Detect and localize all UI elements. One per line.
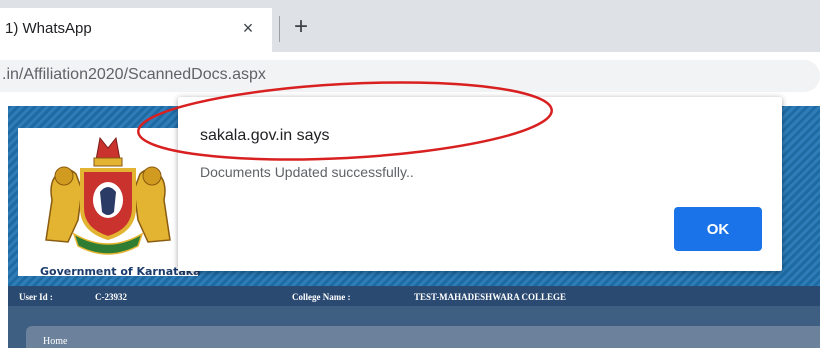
browser-tab[interactable]: 1) WhatsApp × [0,8,272,52]
karnataka-emblem-icon [45,136,171,255]
browser-toolbar: .in/Affiliation2020/ScannedDocs.aspx [0,52,820,100]
college-name-value: TEST-MAHADESHWARA COLLEGE [414,292,566,302]
tab-separator [279,16,280,42]
tab-strip: 1) WhatsApp × + [0,0,820,52]
close-icon[interactable]: × [236,16,260,40]
user-id-label: User Id : [19,292,53,302]
alert-dialog: sakala.gov.in says Documents Updated suc… [178,97,782,271]
url-text[interactable]: .in/Affiliation2020/ScannedDocs.aspx [2,66,266,84]
home-link[interactable]: Home [43,336,67,347]
address-bar[interactable]: .in/Affiliation2020/ScannedDocs.aspx [0,60,820,92]
nav-panel [26,326,820,348]
dialog-title: sakala.gov.in says [200,127,330,144]
college-name-label: College Name : [292,292,351,302]
dialog-message: Documents Updated successfully.. [200,164,414,180]
government-label: Government of Karnataka [40,265,201,278]
tab-title: 1) WhatsApp [5,20,92,37]
ok-button[interactable]: OK [674,207,762,251]
plus-icon[interactable]: + [288,14,314,40]
user-id-value: C-23932 [95,292,127,302]
